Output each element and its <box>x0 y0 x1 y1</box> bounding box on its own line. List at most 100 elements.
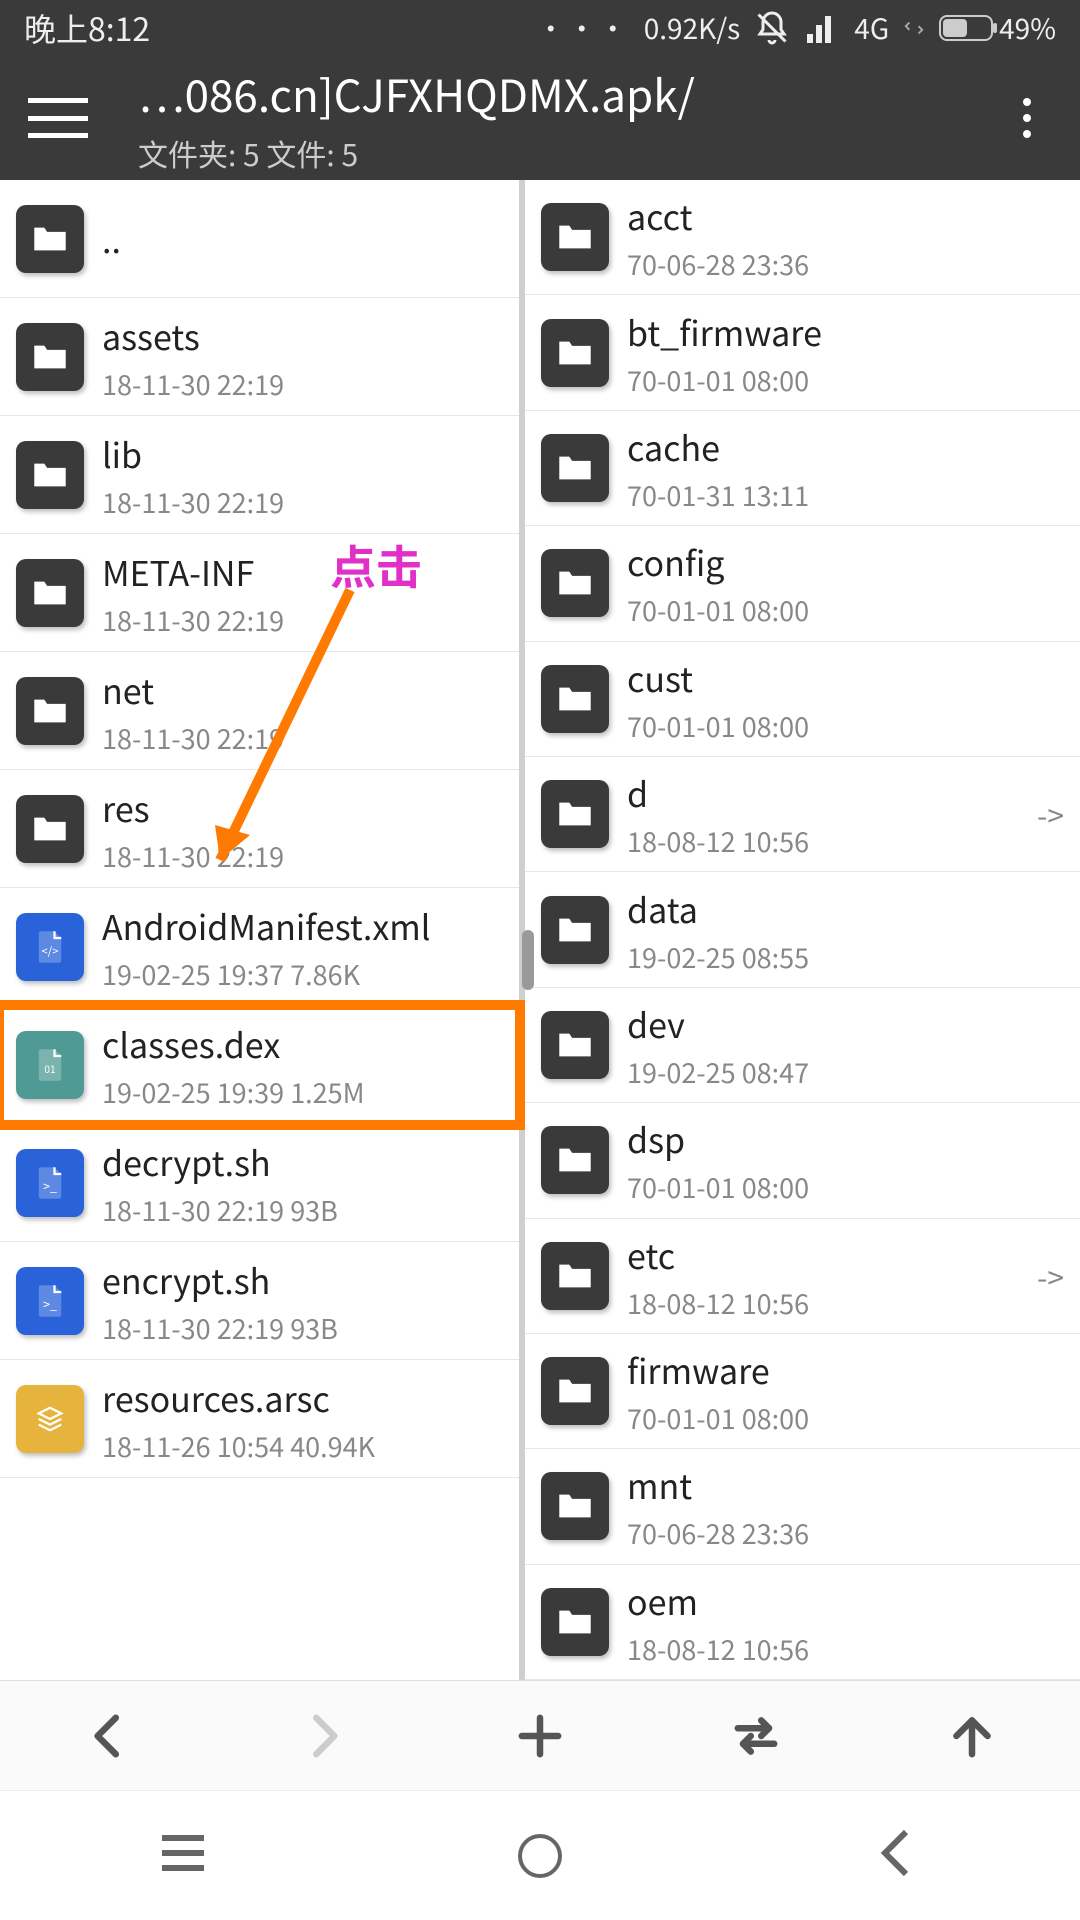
signal-icon <box>804 10 840 46</box>
file-meta: 19-02-25 08:47 <box>627 1052 1064 1091</box>
symlink-arrow: -> <box>1027 1254 1064 1298</box>
file-name: encrypt.sh <box>102 1255 503 1304</box>
file-row[interactable]: >_decrypt.sh18-11-30 22:19 93B <box>0 1124 519 1242</box>
file-meta: 19-02-25 19:39 1.25M <box>102 1072 503 1111</box>
file-row[interactable]: data 19-02-25 08:55 <box>525 872 1080 987</box>
file-row[interactable]: 01classes.dex19-02-25 19:39 1.25M <box>0 1006 519 1124</box>
folder-icon <box>541 1588 609 1656</box>
file-row[interactable]: assets 18-11-30 22:19 <box>0 298 519 416</box>
file-row[interactable]: etc 18-08-12 10:56-> <box>525 1219 1080 1334</box>
file-row[interactable]: >_ encrypt.sh 18-11-30 22:19 93B <box>0 1242 519 1360</box>
file-meta: 18-08-12 10:56 <box>627 821 1027 860</box>
file-icon: >_ <box>16 1149 84 1217</box>
file-name: res <box>102 783 503 832</box>
file-meta: 70-01-01 08:00 <box>627 590 1064 629</box>
toolbar-subtitle: 文件夹: 5 文件: 5 <box>138 131 1002 175</box>
folder-icon <box>541 203 609 271</box>
file-row[interactable]: mnt 70-06-28 23:36 <box>525 1449 1080 1564</box>
file-meta: 18-11-30 22:19 <box>102 600 503 639</box>
toolbar-title: …086.cn]CJFXHQDMX.apk/ <box>138 61 1002 125</box>
add-button[interactable] <box>504 1700 576 1772</box>
mute-icon <box>754 10 790 46</box>
svg-text:>_: >_ <box>43 1294 57 1312</box>
folder-icon <box>16 677 84 745</box>
folder-icon <box>541 549 609 617</box>
file-row[interactable]: </>AndroidManifest.xml19-02-25 19:37 7.8… <box>0 888 519 1006</box>
symlink-arrow: -> <box>1027 792 1064 836</box>
file-name: firmware <box>627 1345 1064 1394</box>
status-network: 4G <box>854 8 889 48</box>
file-meta: 19-02-25 08:55 <box>627 937 1064 976</box>
file-name: resources.arsc <box>102 1373 503 1422</box>
bottom-action-bar <box>0 1680 1080 1790</box>
file-row[interactable]: lib18-11-30 22:19 <box>0 416 519 534</box>
file-name: data <box>627 884 1064 933</box>
file-name: assets <box>102 311 503 360</box>
file-name: mnt <box>627 1460 1064 1509</box>
folder-icon <box>16 795 84 863</box>
updown-icon <box>903 10 925 46</box>
status-time: 晚上8:12 <box>24 5 537 51</box>
nav-back-button[interactable] <box>867 1823 927 1888</box>
overflow-menu-button[interactable] <box>1002 98 1052 138</box>
back-button[interactable] <box>72 1700 144 1772</box>
status-right: ••• 0.92K/s 4G 49% <box>537 8 1056 48</box>
file-name: META-INF <box>102 547 503 596</box>
file-meta: 18-11-30 22:19 <box>102 836 503 875</box>
left-pane[interactable]: ..assets18-11-30 22:19lib18-11-30 22:19M… <box>0 180 525 1680</box>
file-row[interactable]: cache70-01-31 13:11 <box>525 411 1080 526</box>
folder-icon <box>16 323 84 391</box>
up-button[interactable] <box>936 1700 1008 1772</box>
file-row[interactable]: cust70-01-01 08:00 <box>525 642 1080 757</box>
nav-menu-button[interactable] <box>153 1823 213 1888</box>
file-meta: 18-11-30 22:19 93B <box>102 1308 503 1347</box>
right-pane[interactable]: acct70-06-28 23:36bt_firmware70-01-01 08… <box>525 180 1080 1680</box>
svg-text:</>: </> <box>42 942 59 958</box>
folder-icon <box>541 1472 609 1540</box>
file-row[interactable]: firmware70-01-01 08:00 <box>525 1334 1080 1449</box>
file-icon: 01 <box>16 1031 84 1099</box>
file-name: AndroidManifest.xml <box>102 901 503 950</box>
svg-text:>_: >_ <box>43 1176 57 1194</box>
svg-text:01: 01 <box>44 1060 55 1075</box>
forward-button[interactable] <box>288 1700 360 1772</box>
menu-button[interactable] <box>28 98 88 138</box>
file-name: dsp <box>627 1114 1064 1163</box>
pane-divider[interactable] <box>522 930 534 990</box>
file-row[interactable]: res 18-11-30 22:19 <box>0 770 519 888</box>
file-meta: 70-06-28 23:36 <box>627 1513 1064 1552</box>
file-meta: 18-11-26 10:54 40.94K <box>102 1426 503 1465</box>
folder-icon <box>541 896 609 964</box>
file-meta: 70-06-28 23:36 <box>627 244 1064 283</box>
folder-icon <box>541 319 609 387</box>
file-row[interactable]: oem18-08-12 10:56 <box>525 1565 1080 1680</box>
dual-pane: ..assets18-11-30 22:19lib18-11-30 22:19M… <box>0 180 1080 1680</box>
folder-icon <box>16 205 84 273</box>
file-name: etc <box>627 1230 1027 1279</box>
file-name: oem <box>627 1576 1064 1625</box>
file-row[interactable]: dsp 70-01-01 08:00 <box>525 1103 1080 1218</box>
file-row[interactable]: dev19-02-25 08:47 <box>525 988 1080 1103</box>
folder-icon <box>16 441 84 509</box>
status-bar: 晚上8:12 ••• 0.92K/s 4G 49% <box>0 0 1080 56</box>
more-dots-icon: ••• <box>537 8 630 48</box>
file-meta: 70-01-31 13:11 <box>627 475 1064 514</box>
file-row[interactable]: .. <box>0 180 519 298</box>
file-name: bt_firmware <box>627 307 1064 356</box>
file-meta: 18-11-30 22:19 <box>102 364 503 403</box>
file-row[interactable]: resources.arsc 18-11-26 10:54 40.94K <box>0 1360 519 1478</box>
file-name: config <box>627 537 1064 586</box>
file-row[interactable]: config 70-01-01 08:00 <box>525 526 1080 641</box>
file-row[interactable]: acct70-06-28 23:36 <box>525 180 1080 295</box>
file-icon: >_ <box>16 1267 84 1335</box>
status-speed: 0.92K/s <box>644 8 741 48</box>
file-row[interactable]: META-INF 18-11-30 22:19 <box>0 534 519 652</box>
file-row[interactable]: d18-08-12 10:56-> <box>525 757 1080 872</box>
nav-home-button[interactable] <box>518 1834 562 1878</box>
transfer-button[interactable] <box>720 1700 792 1772</box>
file-row[interactable]: bt_firmware70-01-01 08:00 <box>525 295 1080 410</box>
file-meta: 70-01-01 08:00 <box>627 1167 1064 1206</box>
folder-icon <box>541 1242 609 1310</box>
file-row[interactable]: net18-11-30 22:19 <box>0 652 519 770</box>
file-meta: 18-08-12 10:56 <box>627 1283 1027 1322</box>
